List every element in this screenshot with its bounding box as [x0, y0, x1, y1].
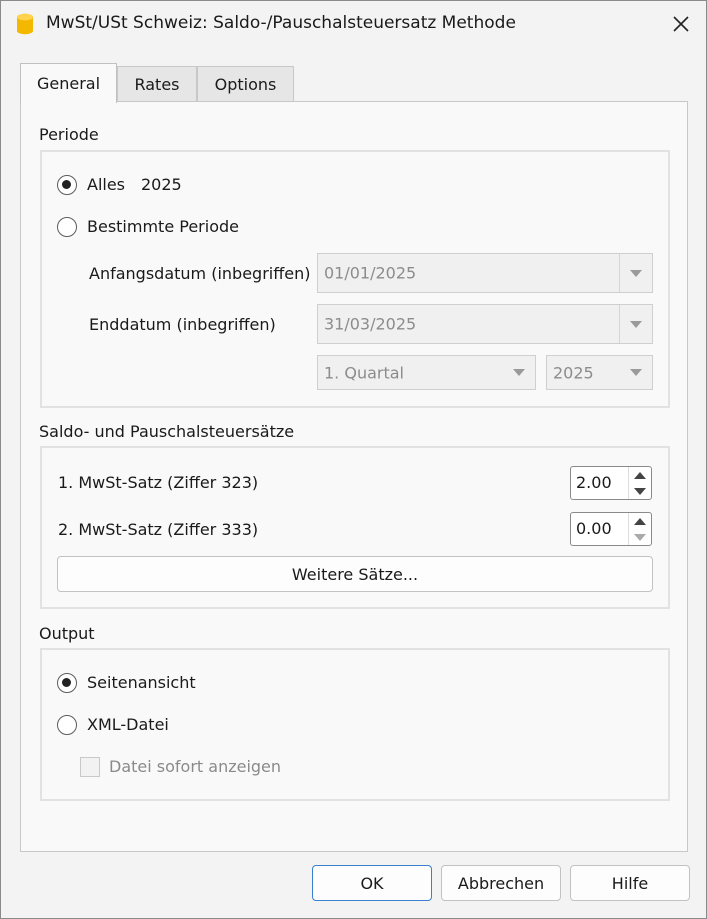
close-icon [673, 16, 689, 32]
enddatum-combo[interactable]: 31/03/2025 [317, 304, 653, 344]
banana-app-icon [17, 13, 33, 35]
chevron-down-icon [503, 356, 535, 389]
output-section-label: Output [39, 624, 95, 643]
saetze-section-label: Saldo- und Pauschalsteuersätze [39, 422, 295, 441]
xml-datei-label: XML-Datei [87, 715, 169, 734]
rate1-spin-buttons [628, 467, 651, 499]
abbrechen-button[interactable]: Abbrechen [441, 865, 561, 901]
rate1-value: 2.00 [576, 473, 612, 492]
periode-section-label: Periode [39, 125, 99, 144]
weitere-saetze-button[interactable]: Weitere Sätze... [57, 556, 653, 592]
chevron-down-icon [619, 305, 652, 343]
datei-sofort-anzeigen-checkbox[interactable] [80, 757, 100, 777]
tab-rates[interactable]: Rates [117, 66, 197, 101]
rate1-spinbox[interactable]: 2.00 [570, 466, 652, 500]
enddatum-label: Enddatum (inbegriffen) [89, 315, 276, 334]
anfangsdatum-combo[interactable]: 01/01/2025 [317, 253, 653, 293]
rate2-spin-buttons [628, 513, 651, 545]
enddatum-value: 31/03/2025 [324, 314, 417, 334]
spin-down-icon[interactable] [629, 483, 651, 499]
title-bar: MwSt/USt Schweiz: Saldo-/Pauschalsteuers… [1, 1, 706, 47]
dialog-window: MwSt/USt Schweiz: Saldo-/Pauschalsteuers… [0, 0, 707, 919]
datei-sofort-anzeigen-label: Datei sofort anzeigen [109, 757, 282, 776]
rate2-value: 0.00 [576, 519, 612, 538]
quartal-select[interactable]: 1. Quartal [317, 355, 536, 390]
alles-label: Alles [87, 175, 126, 194]
anfangsdatum-label: Anfangsdatum (inbegriffen) [89, 264, 311, 283]
bestimmte-periode-label: Bestimmte Periode [87, 217, 239, 236]
xml-datei-radio[interactable] [57, 715, 77, 735]
tab-options[interactable]: Options [197, 66, 294, 101]
ok-button[interactable]: OK [312, 865, 432, 901]
tab-general[interactable]: General [20, 63, 117, 103]
year-select[interactable]: 2025 [546, 355, 653, 390]
chevron-down-icon [620, 356, 652, 389]
hilfe-button[interactable]: Hilfe [570, 865, 690, 901]
close-button[interactable] [663, 7, 699, 41]
year-value: 2025 [553, 363, 594, 382]
rate2-label: 2. MwSt-Satz (Ziffer 333) [58, 520, 259, 539]
spin-down-icon[interactable] [629, 529, 651, 545]
spin-up-icon[interactable] [629, 513, 651, 529]
window-title: MwSt/USt Schweiz: Saldo-/Pauschalsteuers… [46, 13, 516, 33]
seitenansicht-label: Seitenansicht [87, 673, 196, 692]
quartal-value: 1. Quartal [324, 363, 404, 382]
seitenansicht-radio[interactable] [57, 673, 77, 693]
bestimmte-periode-radio[interactable] [57, 217, 77, 237]
spin-up-icon[interactable] [629, 467, 651, 483]
alles-year: 2025 [141, 175, 182, 194]
alles-radio[interactable] [57, 175, 77, 195]
chevron-down-icon [619, 254, 652, 292]
rate1-label: 1. MwSt-Satz (Ziffer 323) [58, 473, 259, 492]
rate2-spinbox[interactable]: 0.00 [570, 512, 652, 546]
anfangsdatum-value: 01/01/2025 [324, 263, 417, 283]
